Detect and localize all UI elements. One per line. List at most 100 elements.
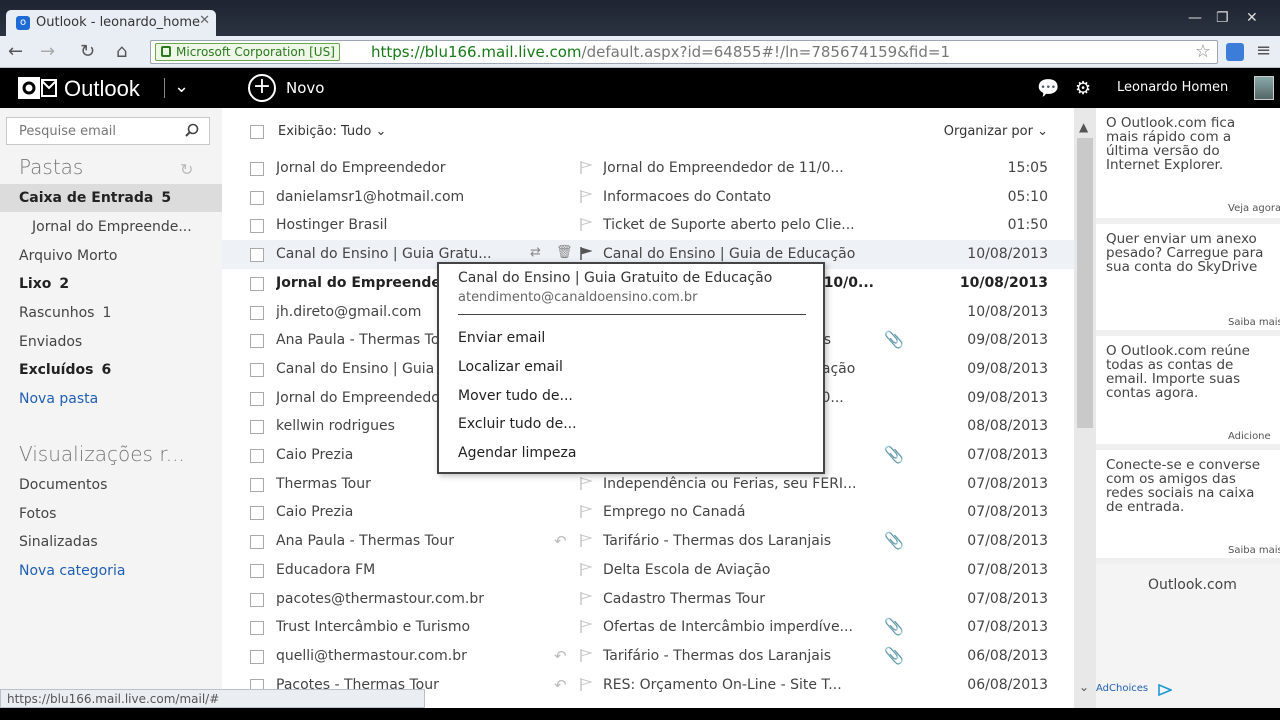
row-checkbox[interactable] (250, 563, 264, 578)
bookmark-star-icon[interactable]: ☆ (1195, 41, 1211, 62)
row-checkbox[interactable] (250, 449, 264, 463)
menu-item-move-all[interactable]: Mover tudo de... (458, 388, 573, 404)
row-checkbox[interactable] (250, 276, 264, 291)
folder-inbox[interactable]: Caixa de Entrada 5 (0, 184, 222, 212)
folder-sent[interactable]: Enviados (0, 328, 222, 356)
new-plus-icon[interactable]: + (248, 74, 276, 102)
refresh-icon[interactable]: ↻ (180, 160, 193, 179)
flag-icon[interactable] (580, 648, 592, 662)
trash-icon[interactable]: 🗑 (556, 245, 573, 260)
app-title[interactable]: Outlook (64, 76, 140, 102)
menu-item-find-email[interactable]: Localizar email (458, 359, 563, 375)
select-all-checkbox[interactable] (250, 125, 264, 139)
browser-tab[interactable]: o Outlook - leonardo_home ✕ (6, 10, 216, 36)
ad-block[interactable]: O Outlook.com fica mais rápido com a últ… (1096, 108, 1280, 224)
tab-close-icon[interactable]: ✕ (199, 13, 210, 28)
menu-item-schedule-cleanup[interactable]: Agendar limpeza (458, 445, 576, 461)
move-icon[interactable]: ⇄ (530, 245, 541, 260)
row-checkbox[interactable] (250, 535, 264, 550)
table-row[interactable]: Trust Intercâmbio e Turismo Ofertas de In… (222, 613, 1074, 642)
scroll-thumb[interactable] (1077, 138, 1093, 428)
row-checkbox[interactable] (250, 248, 264, 263)
table-row[interactable]: Caio Prezia Emprego no Canadá 07/08/2013 (222, 498, 1074, 527)
list-scrollbar[interactable]: ▲ ⌄ (1074, 108, 1096, 720)
ad-block[interactable]: O Outlook.com reúne todas as contas de e… (1096, 336, 1280, 450)
flag-icon[interactable] (580, 562, 592, 576)
search-input[interactable]: Pesquise email (6, 117, 210, 145)
folder-jornal[interactable]: Jornal do Empreende... (0, 213, 222, 241)
table-row[interactable]: Educadora FM Delta Escola de Aviação 07/08… (222, 556, 1074, 585)
table-row[interactable]: pacotes@thermastour.com.br Cadastro Therm… (222, 585, 1074, 614)
flag-icon[interactable] (580, 476, 592, 490)
row-checkbox[interactable] (250, 477, 264, 492)
row-checkbox[interactable] (250, 362, 264, 377)
row-checkbox[interactable] (250, 162, 264, 176)
gear-icon[interactable]: ⚙ (1075, 78, 1091, 99)
ev-certificate-badge[interactable]: Microsoft Corporation [US] (155, 43, 340, 61)
window-close-icon[interactable]: ✕ (1246, 10, 1258, 26)
ad-block[interactable]: Conecte-se e converse com os amigos das … (1096, 450, 1280, 564)
view-photos[interactable]: Fotos (0, 500, 222, 528)
extension-icon[interactable] (1226, 43, 1244, 61)
row-checkbox[interactable] (250, 334, 264, 349)
adchoices-link[interactable]: AdChoices (1096, 683, 1148, 694)
ad-footer-brand[interactable]: Outlook.com (1148, 577, 1237, 593)
new-folder-link[interactable]: Nova pasta (0, 385, 222, 413)
menu-item-send-email[interactable]: Enviar email (458, 330, 545, 346)
view-documents[interactable]: Documentos (0, 471, 222, 499)
scroll-down-icon[interactable]: ⌄ (1079, 680, 1089, 694)
flag-icon[interactable] (580, 161, 592, 174)
folder-junk[interactable]: Lixo 2 (0, 270, 222, 298)
row-checkbox[interactable] (250, 219, 264, 234)
row-checkbox[interactable] (250, 420, 264, 435)
minimize-icon[interactable]: — (1188, 10, 1202, 26)
new-button[interactable]: Novo (286, 79, 324, 97)
folders-heading[interactable]: Pastas (19, 155, 83, 179)
ad-link[interactable]: Adicione (1228, 431, 1271, 442)
flag-icon[interactable] (580, 620, 592, 634)
table-row[interactable]: Hostinger Brasil Ticket de Suporte aberto… (222, 211, 1074, 240)
folder-archive[interactable]: Arquivo Morto (0, 242, 222, 270)
row-checkbox[interactable] (250, 506, 264, 521)
avatar[interactable] (1254, 76, 1274, 100)
ad-link[interactable]: Saiba mais (1228, 317, 1280, 328)
home-icon[interactable]: ⌂ (116, 41, 127, 62)
reload-icon[interactable]: ↻ (80, 41, 95, 62)
table-row[interactable]: danielamsr1@hotmail.com Informacoes do Co… (222, 183, 1074, 212)
ad-link[interactable]: Veja agora (1228, 203, 1280, 214)
row-checkbox[interactable] (250, 305, 264, 320)
views-heading[interactable]: Visualizações r... (19, 442, 185, 466)
scroll-up-icon[interactable]: ▲ (1079, 120, 1088, 134)
row-checkbox[interactable] (250, 592, 264, 607)
menu-item-delete-all[interactable]: Excluir tudo de... (458, 416, 577, 432)
flag-icon[interactable] (580, 677, 592, 691)
view-filter-dropdown[interactable]: Exibição: Tudo ⌄ (278, 124, 386, 139)
row-checkbox[interactable] (250, 391, 264, 406)
ad-block[interactable]: Quer enviar um anexo pesado? Carregue pa… (1096, 224, 1280, 336)
view-flagged[interactable]: Sinalizadas (0, 528, 222, 556)
row-checkbox[interactable] (250, 649, 264, 664)
table-row[interactable]: Ana Paula - Thermas Tour ↶ Tarifário - The… (222, 527, 1074, 556)
flag-icon[interactable] (580, 591, 592, 605)
back-icon[interactable]: ← (8, 41, 23, 62)
table-row[interactable]: quelli@thermastour.com.br ↶ Tarifário - Th… (222, 642, 1074, 671)
user-name[interactable]: Leonardo Homen (1117, 80, 1228, 95)
adchoices-icon[interactable] (1158, 684, 1172, 696)
flag-icon[interactable] (580, 534, 592, 548)
forward-icon[interactable]: → (40, 41, 55, 62)
flag-icon[interactable] (580, 218, 592, 232)
app-switcher-chevron-icon[interactable]: ⌄ (174, 76, 189, 97)
folder-deleted[interactable]: Excluídos 6 (0, 356, 222, 384)
sort-dropdown[interactable]: Organizar por ⌄ (944, 124, 1048, 139)
search-icon[interactable] (185, 123, 199, 137)
flag-icon[interactable] (580, 189, 592, 203)
ad-link[interactable]: Saiba mais (1228, 545, 1280, 556)
address-bar[interactable]: Microsoft Corporation [US] https://blu16… (150, 40, 1218, 64)
menu-icon[interactable]: ≡ (1256, 40, 1271, 61)
row-checkbox[interactable] (250, 190, 264, 205)
row-checkbox[interactable] (250, 621, 264, 636)
table-row[interactable]: Jornal do Empreendedor Jornal do Empreend… (222, 154, 1074, 183)
flag-icon[interactable] (580, 247, 592, 261)
folder-drafts[interactable]: Rascunhos 1 (0, 299, 222, 327)
messenger-icon[interactable]: 💬 (1037, 78, 1059, 99)
